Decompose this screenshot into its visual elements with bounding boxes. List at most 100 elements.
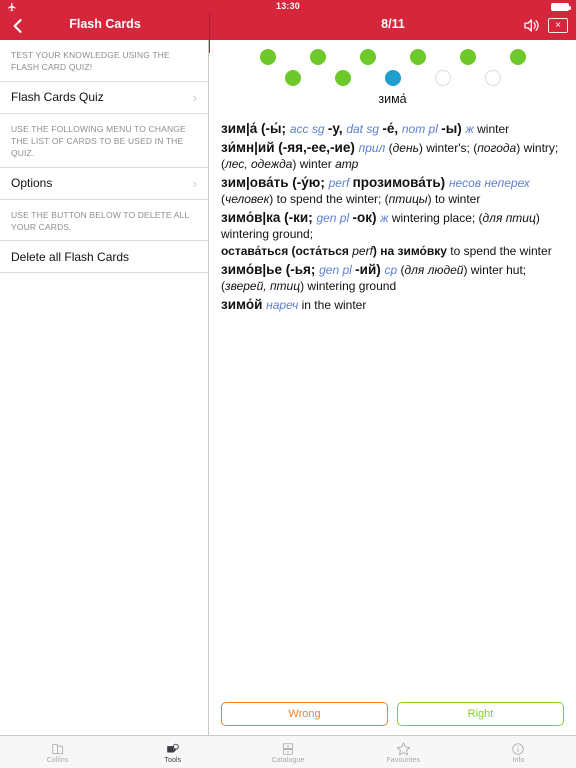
flash-card-headword: зима́ [378, 92, 407, 106]
speaker-icon[interactable] [521, 16, 540, 35]
entry-span-it: птицы [388, 191, 428, 206]
book-icon [51, 741, 65, 756]
entry-span-it: атр [335, 156, 359, 171]
page-title-flash-cards: Flash Cards [69, 17, 141, 31]
entry-line: зимо́й нареч in the winter [221, 296, 564, 314]
entry-span-plain: to spend the winter [446, 243, 552, 258]
tab-collins[interactable]: Collins [0, 741, 115, 764]
sidebar-note-top: TEST YOUR KNOWLEDGE USING THE FLASH CARD… [11, 50, 170, 73]
status-time: 13:30 [275, 1, 301, 11]
entry-span-plain: in the winter [298, 297, 367, 312]
entry-span-hw: -у, [327, 121, 347, 136]
sidebar-item-label: Delete all Flash Cards [11, 249, 130, 264]
entry-span-it: лес, одежда [225, 156, 293, 171]
info-icon [511, 741, 525, 756]
entry-span-it: человек [225, 191, 270, 206]
entry-span-plain: wintering place; ( [391, 210, 483, 225]
entry-line: зимо́в|ка (-ки; gen pl -ок) ж wintering … [221, 209, 564, 243]
entry-span-it: погода [477, 140, 517, 155]
entry-span-gram: acc sg [289, 122, 328, 136]
quiz-progress-dots [209, 40, 576, 92]
right-button[interactable]: Right [397, 702, 564, 726]
entry-span-gram: ж [465, 122, 478, 136]
sidebar: TEST YOUR KNOWLEDGE USING THE FLASH CARD… [0, 40, 209, 735]
entry-span-plain: ) to winter [427, 191, 481, 206]
progress-dot-empty [484, 70, 501, 86]
entry-span-gram: gen pl [319, 262, 356, 277]
entry-span-hw: зим|ова́ть (-у́ю; [221, 174, 329, 190]
entry-span-it: день [392, 140, 419, 155]
entry-line: зим|а́ (-ы́; acc sg -у, dat sg -е́, nom … [221, 120, 564, 138]
entry-span-gram: gen pl [316, 210, 353, 225]
entry-span-hw: зимо́в|ье (-ья; [221, 261, 320, 277]
entry-span-gram: нареч [266, 297, 299, 312]
entry-span-hw: -е́, [382, 121, 402, 136]
sidebar-item-delete-all-flash-cards[interactable]: Delete all Flash Cards [0, 240, 208, 274]
chevron-right-icon: › [192, 175, 197, 191]
sidebar-note-middle: USE THE FOLLOWING MENU TO CHANGE THE LIS… [11, 123, 186, 159]
entry-span-hw: зимо́в|ка (-ки; [221, 209, 317, 225]
entry-span-plain: ) winter's; ( [418, 140, 478, 155]
progress-dot-done [259, 49, 276, 65]
entry-span-gram: ж [380, 210, 392, 225]
tab-tools[interactable]: Tools [115, 741, 230, 764]
entry-span-plain: winter [477, 122, 510, 136]
nav-bar: Flash Cards 8/11 × [0, 13, 576, 53]
entry-line: зимо́в|ье (-ья; gen pl -ий) ср (для люде… [221, 261, 564, 295]
entry-span-b: остава́ться (оста́ться [221, 243, 353, 258]
progress-dot-done [359, 49, 376, 65]
entry-span-hw: зимо́й [221, 296, 267, 312]
tab-favourites[interactable]: Favourites [346, 741, 461, 764]
entry-span-hw: зи́мн|ий (-яя,-ее,-ие) [221, 139, 359, 155]
tab-info[interactable]: Info [461, 741, 576, 764]
entry-span-it: perf [352, 243, 373, 258]
progress-dot-done [459, 49, 476, 65]
entry-line: зи́мн|ий (-яя,-ее,-ие) прил (день) winte… [221, 139, 564, 173]
progress-dot-done [309, 49, 326, 65]
wrong-button[interactable]: Wrong [221, 702, 388, 726]
entry-span-plain: ) winter [292, 156, 336, 171]
entry-line: остава́ться (оста́ться perf) на зимо́вку… [221, 244, 564, 260]
chevron-right-icon: › [192, 89, 197, 105]
star-icon [396, 741, 411, 756]
body: TEST YOUR KNOWLEDGE USING THE FLASH CARD… [0, 40, 576, 735]
progress-dot-current [384, 70, 401, 86]
sidebar-note-bottom: USE THE BUTTON BELOW TO DELETE ALL YOUR … [11, 209, 189, 232]
progress-dot-done [284, 70, 301, 86]
progress-dot-done [409, 49, 426, 65]
entry-span-it: для птиц [482, 210, 536, 225]
sidebar-item-options[interactable]: Options › [0, 166, 208, 200]
entry-span-plain: ) to spend the winter; ( [269, 191, 389, 206]
sidebar-item-flash-cards-quiz[interactable]: Flash Cards Quiz › [0, 80, 208, 114]
top-bar: 13:30 Flash Cards 8/11 × [0, 0, 576, 53]
status-bar: 13:30 [0, 0, 576, 13]
tab-catalogue[interactable]: Catalogue [230, 741, 345, 764]
tab-label: Favourites [386, 756, 421, 764]
progress-dots-row-1 [209, 49, 576, 65]
entry-span-gram: nom pl [401, 122, 442, 136]
entry-span-hw: -ок) [352, 209, 381, 225]
tab-label: Info [512, 756, 525, 764]
entry-span-b: ) на зимо́вку [372, 243, 447, 258]
app-root: 13:30 Flash Cards 8/11 × TEST YOUR KNOWL… [0, 0, 576, 768]
entry-span-hw: -ий) [355, 261, 385, 277]
progress-dots-row-2 [209, 70, 576, 86]
entry-span-gram: dat sg [346, 122, 383, 136]
tab-label: Collins [46, 756, 69, 764]
entry-span-plain: ) wintering ground [300, 278, 397, 293]
dictionary-entry: зим|а́ (-ы́; acc sg -у, dat sg -е́, nom … [209, 120, 576, 314]
progress-dot-done [334, 70, 351, 86]
entry-span-hw: прозимова́ть) [352, 174, 449, 190]
entry-span-it: для людей [404, 262, 464, 277]
close-icon[interactable]: × [548, 18, 568, 33]
sidebar-item-label: Options [11, 176, 53, 191]
tools-icon [166, 741, 180, 756]
tab-label: Tools [164, 756, 182, 764]
entry-span-gram: perf [328, 175, 353, 190]
entry-span-hw: зим|а́ (-ы́; [221, 121, 290, 136]
tab-label: Catalogue [271, 756, 305, 764]
sidebar-item-label: Flash Cards Quiz [11, 90, 104, 105]
entry-line: зим|ова́ть (-у́ю; perf прозимова́ть) нес… [221, 174, 564, 208]
battery-full-icon [551, 3, 571, 11]
